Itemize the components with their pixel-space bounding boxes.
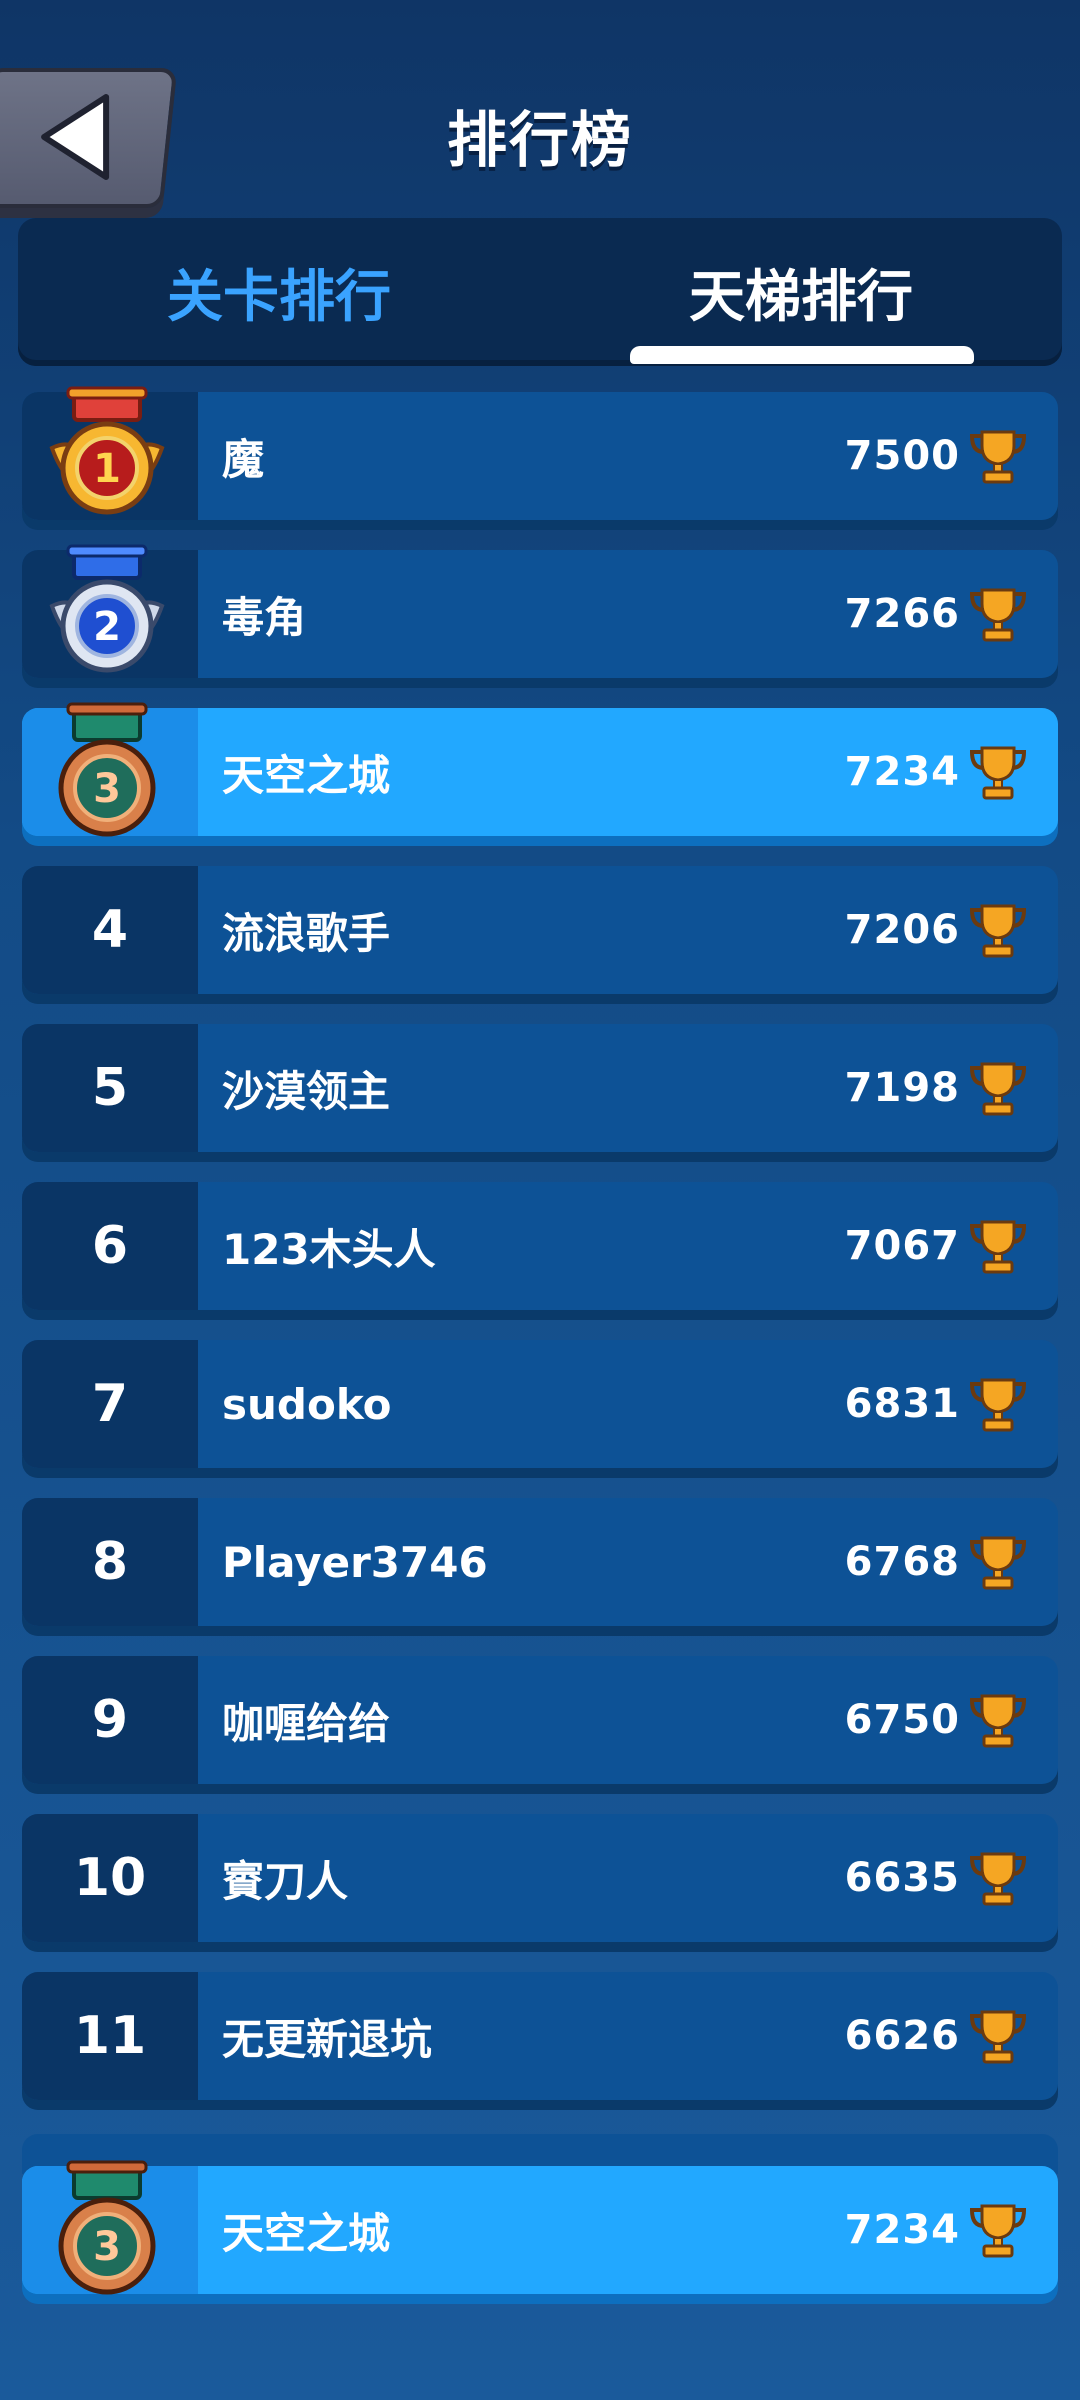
tab-ladder-ranking[interactable]: 天梯排行 bbox=[540, 218, 1062, 366]
trophy-icon bbox=[969, 1220, 1027, 1274]
rank-number: 6 bbox=[22, 1182, 198, 1310]
ranking-row[interactable]: 8 Player3746 6768 bbox=[22, 1498, 1058, 1626]
page-title: 排行榜 bbox=[447, 106, 633, 176]
rank-number: 5 bbox=[22, 1024, 198, 1152]
trophy-icon bbox=[969, 1378, 1027, 1432]
trophy-icon bbox=[969, 2010, 1027, 2064]
ranking-row[interactable]: 4 流浪歌手 7206 bbox=[22, 866, 1058, 994]
trophy-icon bbox=[969, 1852, 1027, 1906]
gold-medal-icon: 1 bbox=[49, 386, 165, 515]
rank-number: 7 bbox=[22, 1340, 198, 1468]
rank-number: 4 bbox=[22, 866, 198, 994]
svg-text:3: 3 bbox=[93, 2224, 121, 2270]
svg-text:2: 2 bbox=[93, 604, 121, 650]
player-score: 7234 bbox=[844, 2207, 960, 2253]
player-score: 6635 bbox=[844, 1855, 960, 1901]
trophy-icon bbox=[969, 430, 1027, 484]
trophy-icon bbox=[969, 1062, 1027, 1116]
ranking-row[interactable]: 1 魔 7500 bbox=[22, 386, 1058, 520]
player-name: 123木头人 bbox=[222, 1224, 436, 1274]
player-name: 流浪歌手 bbox=[222, 908, 391, 958]
player-score: 7198 bbox=[844, 1065, 960, 1111]
ranking-row-current-user[interactable]: 3 天空之城 7234 bbox=[22, 702, 1058, 837]
silver-medal-icon: 2 bbox=[49, 544, 165, 673]
player-name: 沙漠领主 bbox=[222, 1066, 391, 1116]
player-score: 6750 bbox=[844, 1697, 960, 1743]
ranking-row[interactable]: 2 毒角 7266 bbox=[22, 544, 1058, 678]
rank-number: 9 bbox=[22, 1656, 198, 1784]
player-score: 6626 bbox=[844, 2013, 960, 2059]
ranking-row[interactable]: 6 123木头人 7067 bbox=[22, 1182, 1058, 1310]
rank-cell: 2 bbox=[22, 544, 198, 678]
trophy-icon bbox=[969, 2204, 1027, 2258]
trophy-icon bbox=[969, 1536, 1027, 1590]
ranking-row[interactable]: 9 咖喱给给 6750 bbox=[22, 1656, 1058, 1784]
player-score: 7266 bbox=[844, 591, 960, 637]
player-name: Player3746 bbox=[222, 1537, 488, 1587]
svg-text:3: 3 bbox=[93, 766, 121, 812]
bronze-medal-icon: 3 bbox=[58, 702, 156, 837]
player-name: sudoko bbox=[222, 1379, 392, 1429]
trophy-icon bbox=[969, 1694, 1027, 1748]
my-rank-bar[interactable]: 3 天空之城 7234 bbox=[22, 2160, 1058, 2295]
player-score: 7067 bbox=[844, 1223, 960, 1269]
player-name: 天空之城 bbox=[222, 750, 391, 800]
bronze-medal-icon: 3 bbox=[58, 2160, 156, 2295]
player-name: 賨刀人 bbox=[222, 1856, 349, 1906]
rank-number: 8 bbox=[22, 1498, 198, 1626]
active-tab-indicator bbox=[630, 346, 974, 364]
trophy-icon bbox=[969, 746, 1027, 800]
player-score: 7234 bbox=[844, 749, 960, 795]
trophy-icon bbox=[969, 904, 1027, 958]
rank-cell: 1 bbox=[22, 386, 198, 520]
player-name: 咖喱给给 bbox=[222, 1698, 391, 1748]
ranking-row[interactable]: 11 无更新退坑 6626 bbox=[22, 1972, 1058, 2100]
player-score: 7500 bbox=[844, 433, 960, 479]
tab-level-ranking[interactable]: 关卡排行 bbox=[18, 218, 540, 366]
rank-cell: 3 bbox=[22, 702, 198, 837]
ranking-row[interactable]: 10 賨刀人 6635 bbox=[22, 1814, 1058, 1942]
player-name: 天空之城 bbox=[222, 2208, 391, 2258]
trophy-icon bbox=[969, 588, 1027, 642]
player-score: 6768 bbox=[844, 1539, 960, 1585]
ranking-row[interactable]: 7 sudoko 6831 bbox=[22, 1340, 1058, 1468]
player-name: 无更新退坑 bbox=[222, 2014, 433, 2064]
player-score: 7206 bbox=[844, 907, 960, 953]
rank-cell: 3 bbox=[22, 2160, 198, 2295]
player-name: 毒角 bbox=[222, 592, 307, 642]
rank-number: 11 bbox=[22, 1972, 198, 2100]
svg-text:1: 1 bbox=[93, 446, 121, 492]
ranking-row-current-user[interactable]: 3 天空之城 7234 bbox=[22, 2160, 1058, 2295]
ranking-row[interactable]: 5 沙漠领主 7198 bbox=[22, 1024, 1058, 1152]
player-name: 魔 bbox=[222, 434, 265, 484]
ranking-list[interactable]: 1 魔 7500 2 毒角 7266 3 天空之城 7234 4 流浪歌手 72… bbox=[22, 386, 1058, 2130]
tab-bar: 关卡排行 天梯排行 bbox=[18, 218, 1062, 366]
rank-number: 10 bbox=[22, 1814, 198, 1942]
player-score: 6831 bbox=[844, 1381, 960, 1427]
